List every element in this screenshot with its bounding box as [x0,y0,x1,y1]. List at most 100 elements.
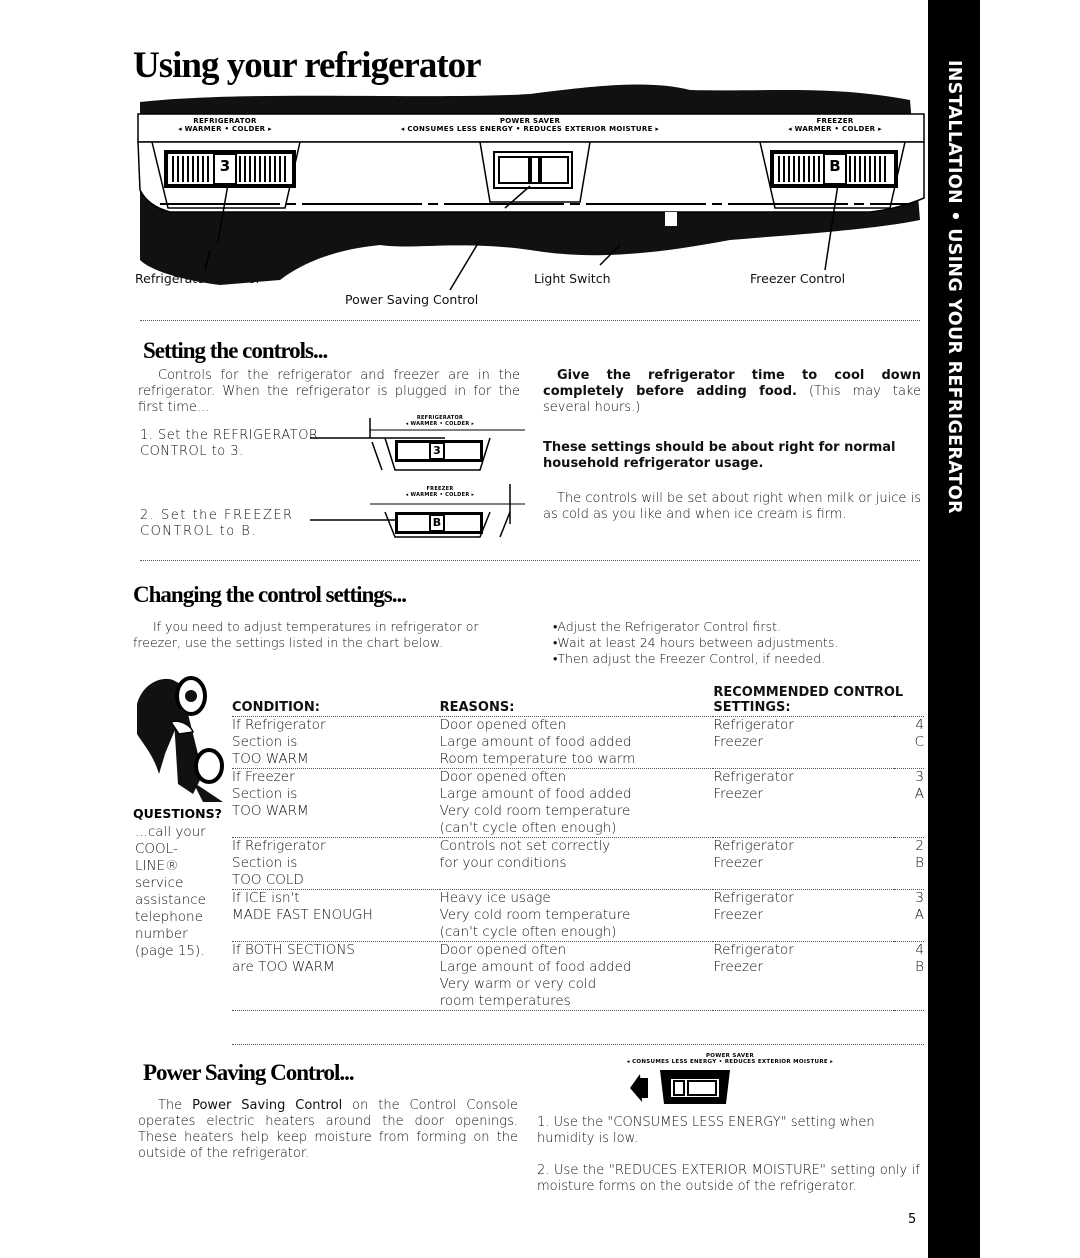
column-header-settings: RECOMMENDED CONTROL SETTINGS: [713,685,924,717]
table-row: (can't cycle often enough) [232,820,924,838]
table-row: If Refrigerator Door opened often Refriger… [232,717,924,735]
step-1-refrigerator: 1. Set the REFRIGERATOR CONTROL to 3. [140,428,319,459]
page-number: 5 [908,1212,917,1227]
reason-cell: Very cold room temperature [439,803,631,819]
reason-cell: Large amount of food added [439,734,632,750]
section-divider [140,320,920,321]
cool-down-note: Give the refrigerator time to cool down … [543,368,921,416]
table-row: room temperatures [232,993,924,1011]
setting-value-cell: 3 [915,769,924,785]
setting-name-cell: Freezer [713,786,763,802]
condition-cell: MADE FAST ENOUGH [232,907,373,923]
reason-cell: Door opened often [439,769,567,785]
reason-cell: for your conditions [439,855,567,871]
mini-power-saver-scale: ◂ CONSUMES LESS ENERGY • REDUCES EXTERIO… [626,1059,834,1065]
reason-cell: Door opened often [439,942,567,958]
step-2-freezer: 2. Set the FREEZER CONTROL to B. [140,508,294,539]
table-row: TOO COLD [232,872,924,890]
adjustment-tips-list: Adjust the Refrigerator Control first. W… [553,619,923,667]
table-row: If Refrigerator Controls not set correctl… [232,838,924,856]
refrigerator-dial-value[interactable]: 3 [214,157,236,175]
power-saving-intro: The Power Saving Control on the Control … [138,1098,518,1162]
table-row: TOO WARM Very cold room temperature [232,803,924,820]
tip-item: Wait at least 24 hours between adjustmen… [553,635,923,651]
reason-cell: Large amount of food added [439,786,632,802]
tip-item: Adjust the Refrigerator Control first. [553,619,923,635]
telephone-icon [137,676,224,802]
condition-cell [232,820,440,838]
mini-freezer-scale: ◂ WARMER • COLDER ▸ [405,492,475,498]
condition-cell: If Refrigerator [232,838,326,854]
condition-cell: If BOTH SECTIONS [232,942,355,958]
console-power-saver-label: POWER SAVER [499,117,561,125]
setting-name-cell: Refrigerator [713,838,794,854]
condition-cell: If Freezer [232,769,295,785]
reason-cell: (can't cycle often enough) [439,820,714,838]
console-freezer-scale: ◂ WARMER • COLDER ▸ [788,125,882,133]
column-header-condition: CONDITION: [232,685,440,717]
reason-cell: Heavy ice usage [439,890,551,906]
setting-name-cell [713,803,894,820]
callout-power-saving-control: Power Saving Control [345,292,479,307]
setting-name-cell: Refrigerator [713,942,794,958]
setting-value-cell: 2 [915,838,924,854]
condition-cell: TOO WARM [232,803,309,819]
condition-cell [232,924,440,942]
setting-value-cell [893,993,924,1011]
table-row: MADE FAST ENOUGH Very cold room temperatu… [232,907,924,924]
table-row: are TOO WARM Large amount of food added Fr… [232,959,924,976]
mini-refrigerator-scale: ◂ WARMER • COLDER ▸ [405,421,475,427]
setting-name-cell: Freezer [713,734,763,750]
setting-name-cell: Refrigerator [713,717,794,733]
telephone-illustration [133,674,228,804]
table-row: Section is Large amount of food added Free… [232,734,924,751]
mini-refrigerator-value: 3 [433,444,441,457]
setting-name-cell: Freezer [713,959,763,975]
normal-usage-note: These settings should be about right for… [543,440,896,471]
mini-freezer-value: B [432,516,442,529]
callout-freezer-control: Freezer Control [750,271,846,286]
condition-cell: TOO COLD [232,872,440,890]
reason-cell: Large amount of food added [439,959,632,975]
reason-cell: room temperatures [439,993,714,1011]
condition-cell: Section is [232,786,298,802]
setting-value-cell: A [914,786,924,802]
tip-item: Then adjust the Freezer Control, if need… [553,651,923,667]
console-freezer-label: FREEZER [816,117,854,125]
setting-name-cell: Freezer [713,855,763,871]
changing-settings-intro: If you need to adjust temperatures in re… [133,619,479,650]
setting-name-cell: Freezer [713,907,763,923]
setting-value-cell: 4 [915,942,924,958]
freezer-dial-value[interactable]: B [824,157,846,175]
changing-settings-heading: Changing the control settings... [133,582,407,607]
side-tab: INSTALLATION • USING YOUR REFRIGERATOR [928,0,980,1258]
column-header-reasons: REASONS: [439,685,714,717]
table-row: Section is for your conditions Freezer B [232,855,924,872]
setting-value-cell: 3 [915,890,924,906]
condition-cell: TOO WARM [232,751,440,769]
setting-value-cell [893,751,924,769]
table-row: If BOTH SECTIONS Door opened often Refrige… [232,942,924,960]
setting-name-cell [713,751,894,769]
setting-name-cell [713,976,894,993]
table-row: Very warm or very cold [232,976,924,993]
setting-value-cell [893,924,924,942]
setting-name-cell: Refrigerator [713,769,794,785]
setting-value-cell [893,872,924,890]
side-tab-label: INSTALLATION • USING YOUR REFRIGERATOR [944,60,964,514]
table-row: Section is Large amount of food added Free… [232,786,924,803]
setting-value-cell [893,820,924,838]
power-saving-intro-bold: Power Saving Control [192,1098,343,1113]
reason-cell: Very warm or very cold [439,976,597,992]
reason-cell: (can't cycle often enough) [439,924,714,942]
questions-heading: QUESTIONS? [133,806,222,821]
condition-cell: If ICE isn't [232,890,300,906]
setting-value-cell [894,976,924,993]
table-row: If ICE isn't Heavy ice usage Refrigerator 3 [232,890,924,908]
chart-bottom-divider [232,1044,924,1045]
condition-cell: Section is [232,734,298,750]
controls-check-note: The controls will be set about right whe… [543,491,921,522]
setting-value-cell: B [915,855,924,871]
setting-name-cell [713,820,894,838]
power-saving-intro-prefix: The [158,1098,193,1113]
